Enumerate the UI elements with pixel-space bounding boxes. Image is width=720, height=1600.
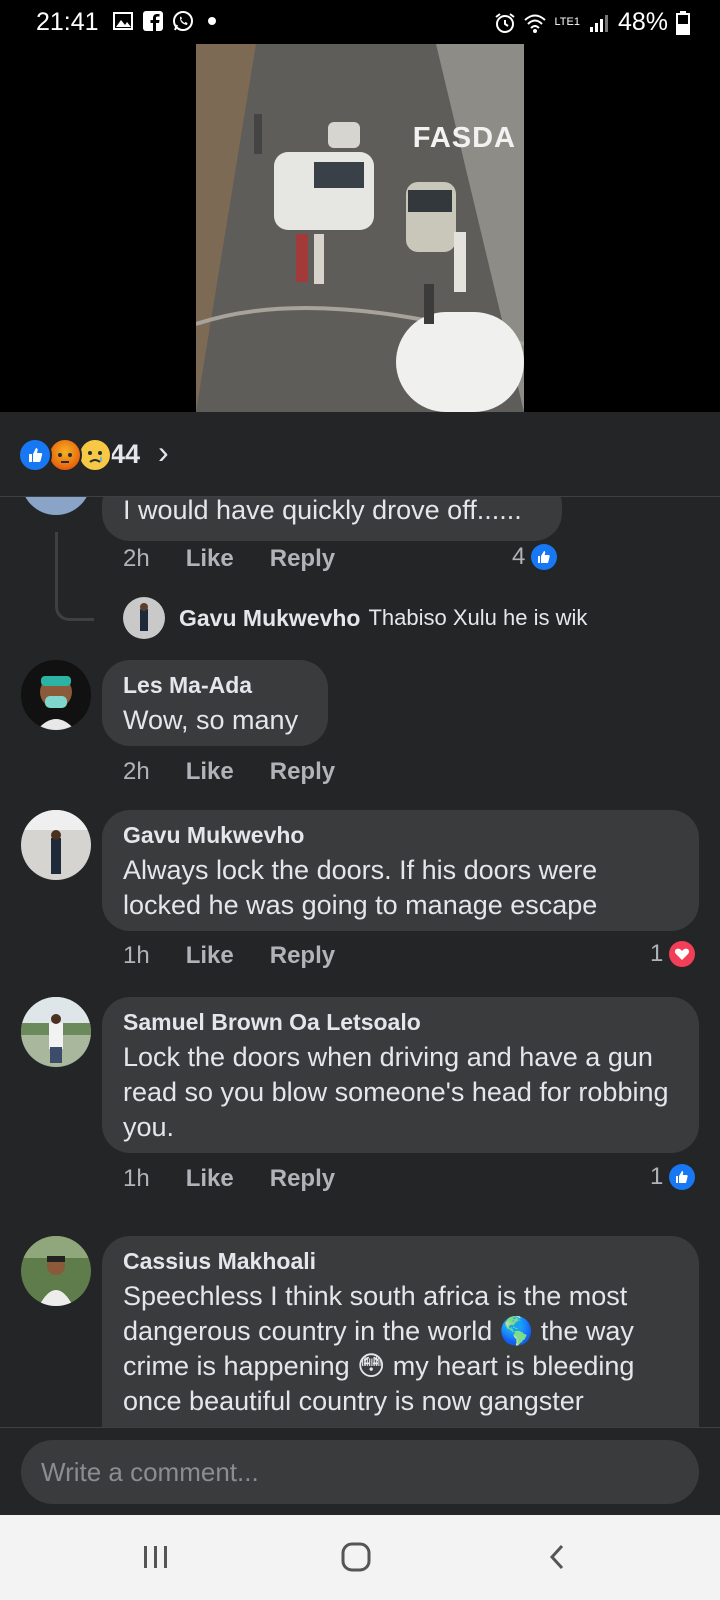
thread-line [55, 532, 94, 621]
comment-author[interactable]: Les Ma-Ada [123, 672, 308, 699]
notification-icons [112, 10, 216, 32]
comment-bubble[interactable]: I would have quickly drove off...... [102, 497, 562, 541]
reaction-icons [18, 438, 112, 472]
network-label: LTE1 [554, 16, 580, 28]
comment-text: Always lock the doors. If his doors were… [123, 855, 598, 920]
reaction-number: 4 [512, 543, 526, 570]
comment-actions: 1h Like Reply [123, 942, 335, 970]
chevron-right-icon[interactable]: › [158, 434, 169, 471]
comment-author[interactable]: Gavu Mukwevho [123, 822, 679, 849]
like-icon [18, 438, 52, 472]
back-icon [549, 1544, 564, 1570]
comment-time: 1h [123, 1165, 150, 1192]
like-icon [531, 544, 558, 570]
sad-icon [78, 438, 112, 472]
wifi-icon [524, 14, 547, 33]
avatar[interactable] [21, 497, 91, 515]
comment-actions: 2h Like Reply [123, 545, 335, 573]
avatar[interactable] [21, 810, 91, 880]
system-icons: LTE1 48% [494, 8, 690, 37]
comment-reaction-count[interactable]: 4 [512, 543, 558, 571]
home-icon [341, 1542, 371, 1572]
reply-button[interactable]: Reply [270, 545, 335, 573]
love-icon [669, 941, 696, 967]
comment-text: Wow, so many [123, 705, 299, 735]
reaction-number: 1 [650, 1163, 664, 1190]
facebook-icon [143, 11, 163, 31]
comment-text: I would have quickly drove off...... [123, 497, 522, 525]
like-button[interactable]: Like [186, 1165, 234, 1193]
comment-reaction-count[interactable]: 1 [650, 1163, 696, 1191]
avatar[interactable] [21, 1236, 91, 1306]
comment-input[interactable] [21, 1440, 699, 1504]
video-watermark: FASDA [412, 122, 516, 154]
like-button[interactable]: Like [186, 758, 234, 786]
alarm-icon [495, 12, 516, 33]
gallery-icon [113, 12, 133, 30]
avatar[interactable] [21, 997, 91, 1067]
reply-preview[interactable]: Gavu Mukwevho Thabiso Xulu he is wik [123, 597, 587, 639]
dot-icon [208, 17, 216, 25]
comment-composer [0, 1427, 720, 1516]
reactions-summary[interactable]: 44 › [0, 412, 720, 497]
home-button[interactable] [336, 1537, 376, 1577]
comment-bubble[interactable]: Les Ma-Ada Wow, so many [102, 660, 328, 746]
signal-icon [589, 14, 608, 32]
reply-author: Gavu Mukwevho [179, 604, 361, 631]
angry-icon [48, 438, 82, 472]
comment-time: 1h [123, 942, 150, 969]
comment-text: Lock the doors when driving and have a g… [123, 1042, 669, 1142]
avatar [123, 597, 165, 639]
battery-percent: 48% [617, 8, 668, 36]
comment-actions: 1h Like Reply [123, 1165, 335, 1193]
avatar[interactable] [21, 660, 91, 730]
status-time: 21:41 [36, 8, 99, 36]
comment-bubble[interactable]: Cassius Makhoali Speechless I think sout… [102, 1236, 699, 1427]
comments-list[interactable]: I would have quickly drove off...... 2h … [0, 497, 720, 1427]
like-button[interactable]: Like [186, 545, 234, 573]
system-nav-bar [0, 1515, 720, 1600]
recent-apps-button[interactable] [136, 1537, 176, 1577]
recent-apps-icon [144, 1546, 167, 1568]
reaction-count: 44 [110, 439, 141, 469]
reply-button[interactable]: Reply [270, 1165, 335, 1193]
comment-time: 2h [123, 545, 150, 572]
like-icon [669, 1164, 696, 1190]
comment-author[interactable]: Cassius Makhoali [123, 1248, 679, 1275]
reply-button[interactable]: Reply [270, 758, 335, 786]
status-bar: 21:41 LTE1 48% [0, 0, 720, 44]
video-player[interactable]: FASDA [0, 44, 720, 412]
like-button[interactable]: Like [186, 942, 234, 970]
comment-text: Speechless I think south africa is the m… [123, 1281, 635, 1416]
reaction-number: 1 [650, 940, 664, 967]
video-frame: FASDA [196, 44, 524, 412]
comment-author[interactable]: Samuel Brown Oa Letsoalo [123, 1009, 679, 1036]
battery-icon [676, 10, 690, 35]
back-button[interactable] [538, 1537, 578, 1577]
street-scene [196, 44, 524, 412]
reply-text: Thabiso Xulu he is wik [368, 605, 588, 630]
comment-reaction-count[interactable]: 1 [650, 940, 696, 968]
whatsapp-icon [173, 11, 193, 31]
comment-time: 2h [123, 758, 150, 785]
comment-bubble[interactable]: Gavu Mukwevho Always lock the doors. If … [102, 810, 699, 931]
reply-button[interactable]: Reply [270, 942, 335, 970]
comment-bubble[interactable]: Samuel Brown Oa Letsoalo Lock the doors … [102, 997, 699, 1153]
comment-actions: 2h Like Reply [123, 758, 335, 786]
